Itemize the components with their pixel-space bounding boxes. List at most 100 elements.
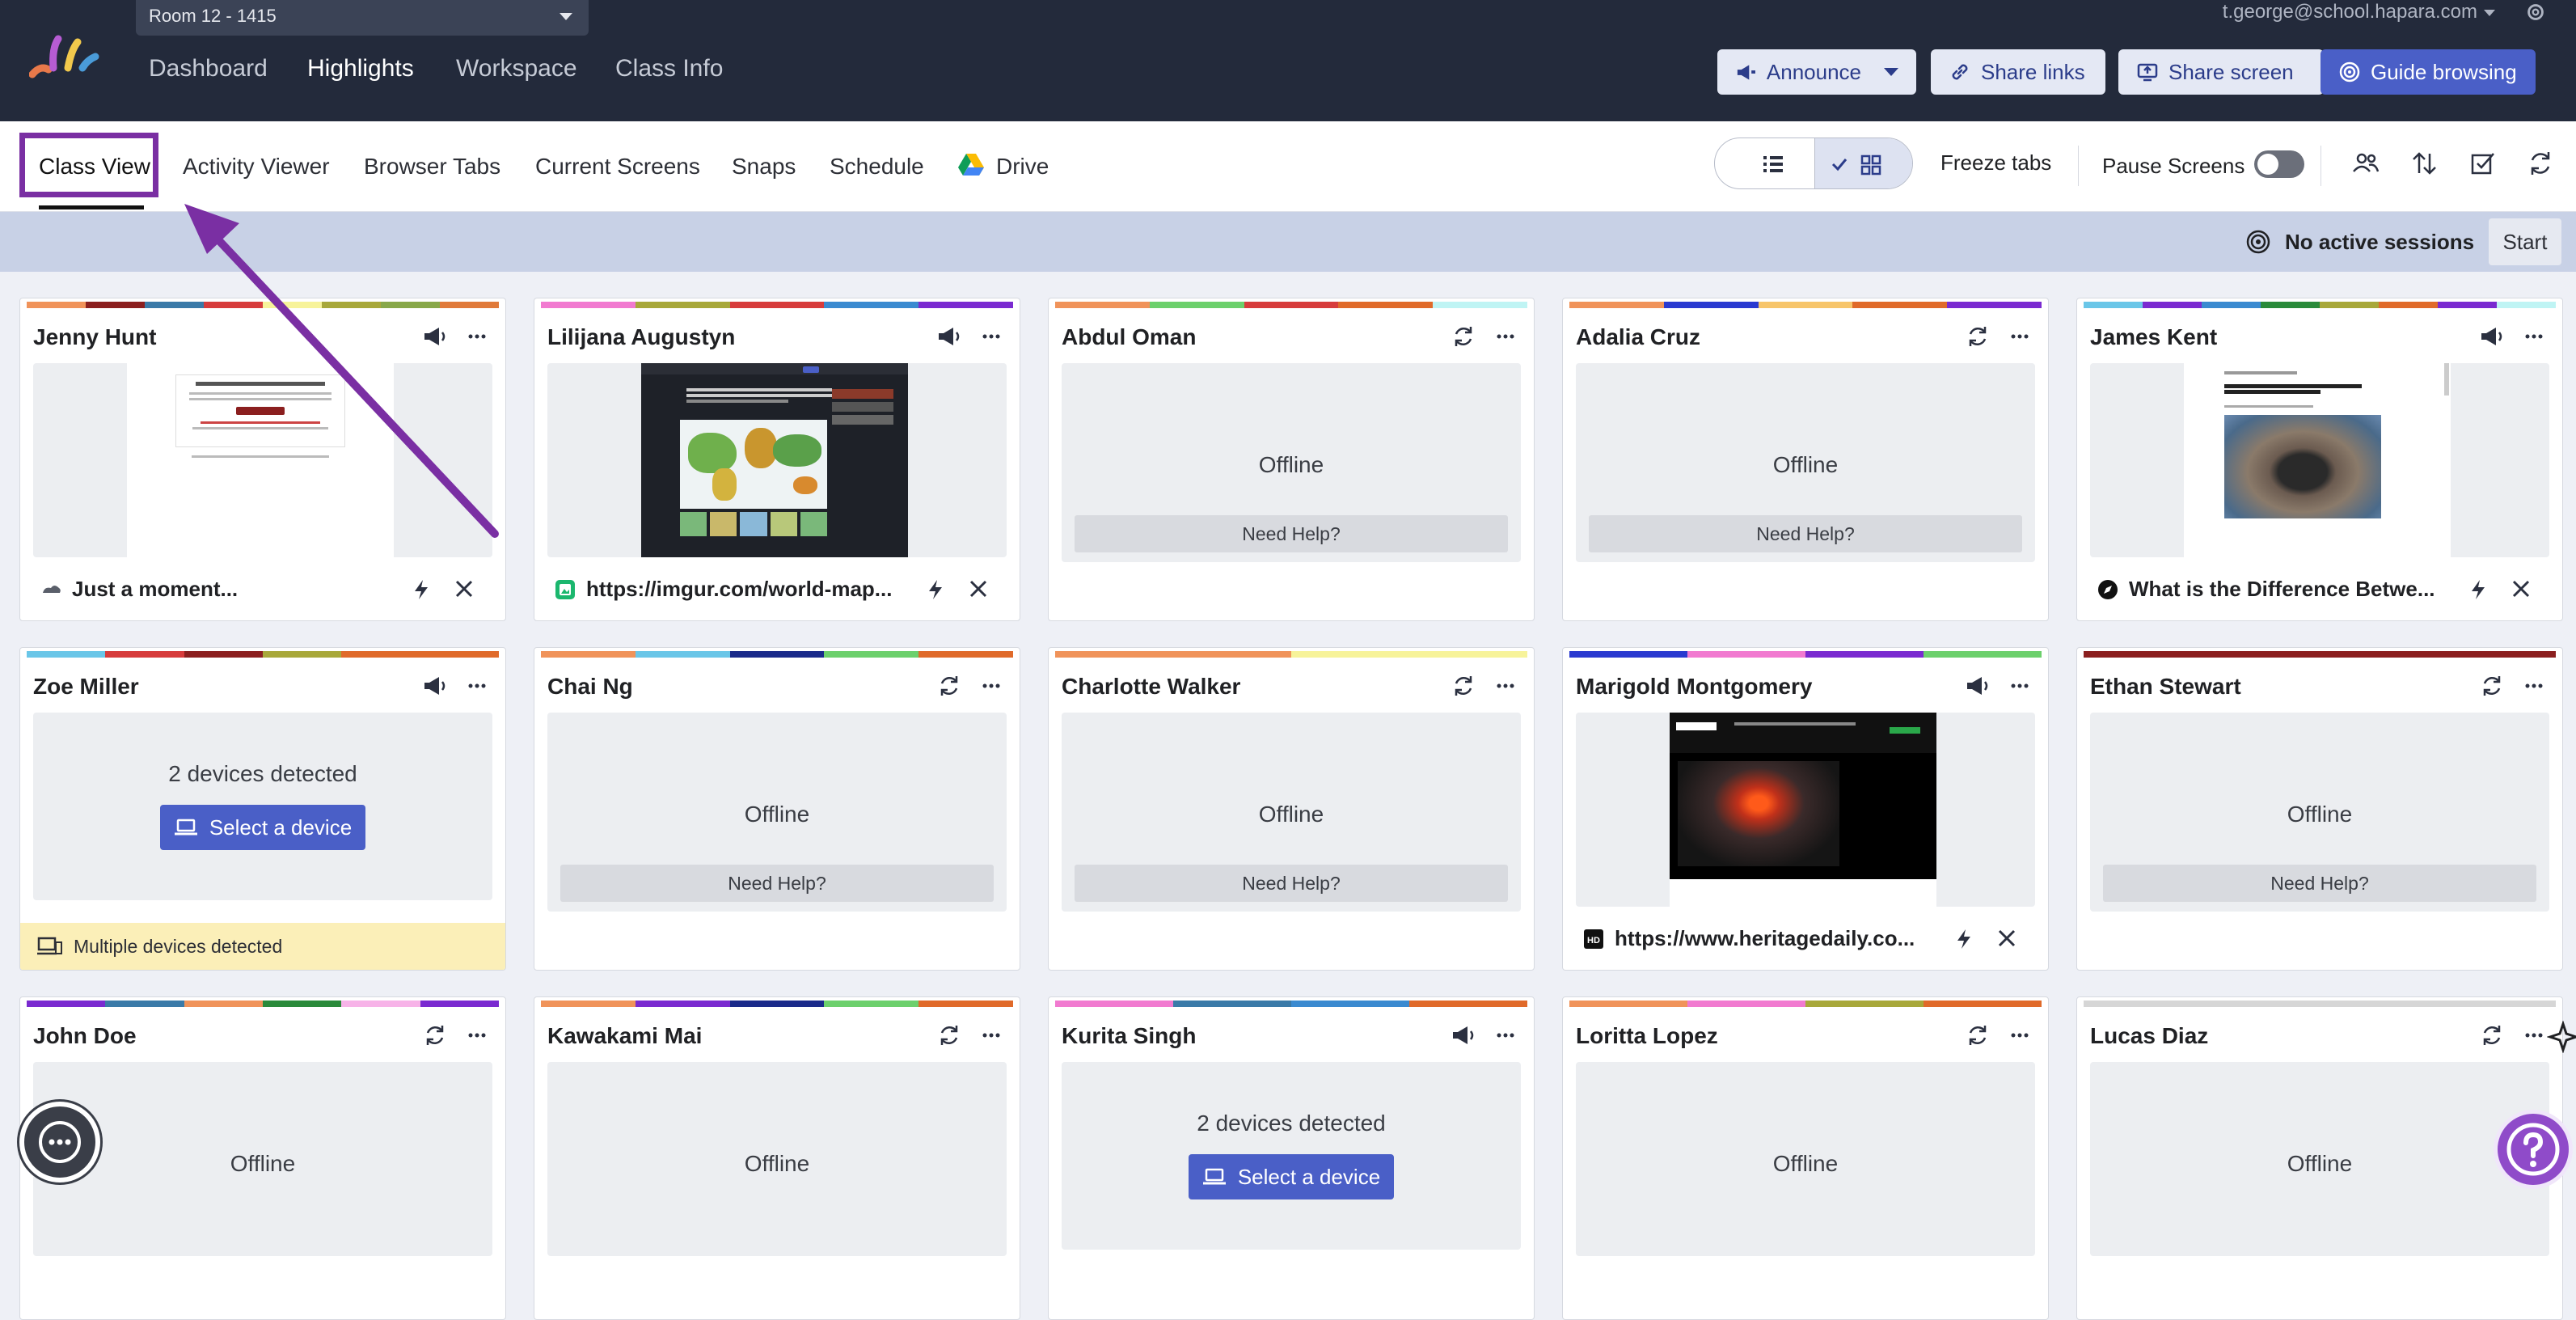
student-name[interactable]: Adalia Cruz — [1576, 324, 1700, 350]
announce-button[interactable]: Announce — [1717, 49, 1916, 95]
student-name[interactable]: John Doe — [33, 1023, 137, 1049]
tab-schedule[interactable]: Schedule — [830, 154, 924, 180]
megaphone-icon[interactable] — [935, 323, 963, 350]
more-options-icon[interactable] — [978, 323, 1005, 350]
megaphone-icon[interactable] — [421, 323, 449, 350]
close-icon[interactable] — [454, 578, 475, 599]
student-name[interactable]: Jenny Hunt — [33, 324, 156, 350]
active-tab[interactable]: Just a moment... — [33, 567, 492, 612]
student-name[interactable]: Kawakami Mai — [547, 1023, 702, 1049]
select-device-button[interactable]: Select a device — [160, 805, 365, 850]
refresh-icon[interactable] — [1964, 1022, 1991, 1049]
refresh-icon[interactable] — [1964, 323, 1991, 350]
student-card[interactable]: Kurita Singh 2 devices detected Select a d… — [1048, 996, 1535, 1320]
active-tab[interactable]: What is the Difference Betwe... — [2090, 567, 2549, 612]
nav-workspace[interactable]: Workspace — [456, 55, 577, 82]
student-card[interactable]: Loritta Lopez Offline — [1562, 996, 2049, 1320]
student-card[interactable]: Zoe Miller 2 devices detected Select a dev… — [19, 647, 506, 971]
sparkle-icon[interactable] — [2547, 1021, 2576, 1053]
tab-activity-viewer[interactable]: Activity Viewer — [183, 154, 330, 180]
more-options-icon[interactable] — [2006, 672, 2033, 700]
grid-view-button[interactable] — [1814, 138, 1912, 188]
student-name[interactable]: Abdul Oman — [1062, 324, 1196, 350]
student-card[interactable]: Abdul Oman Offline Need Help? — [1048, 298, 1535, 621]
screen-preview[interactable] — [33, 363, 492, 557]
active-tab[interactable]: https://imgur.com/world-map... — [547, 567, 1007, 612]
room-selector[interactable]: Room 12 - 1415 — [136, 0, 589, 36]
need-help-button[interactable]: Need Help? — [1589, 515, 2022, 552]
refresh-icon[interactable] — [2478, 1022, 2506, 1049]
student-card[interactable]: Adalia Cruz Offline Need Help? — [1562, 298, 2049, 621]
close-icon[interactable] — [2511, 578, 2532, 599]
refresh-icon[interactable] — [2524, 147, 2557, 180]
student-card[interactable]: Marigold Montgomery HD https://www.heritag… — [1562, 647, 2049, 971]
hapara-logo[interactable] — [29, 32, 102, 81]
screen-preview[interactable] — [547, 363, 1007, 557]
screen-preview[interactable] — [1576, 713, 2035, 907]
megaphone-icon[interactable] — [1964, 672, 1991, 700]
need-help-button[interactable]: Need Help? — [1075, 865, 1508, 902]
megaphone-icon[interactable] — [421, 672, 449, 700]
student-card[interactable]: James Kent What is the Difference Betwe..… — [2076, 298, 2563, 621]
tab-snaps[interactable]: Snaps — [732, 154, 796, 180]
tab-drive[interactable]: Drive — [996, 154, 1049, 180]
share-screen-button[interactable]: Share screen — [2118, 49, 2324, 95]
tab-current-screens[interactable]: Current Screens — [535, 154, 700, 180]
student-name[interactable]: Charlotte Walker — [1062, 674, 1240, 700]
tab-browser-tabs[interactable]: Browser Tabs — [364, 154, 500, 180]
tab-title[interactable]: Just a moment... — [72, 577, 403, 602]
more-options-icon[interactable] — [2006, 1022, 2033, 1049]
student-name[interactable]: Marigold Montgomery — [1576, 674, 1812, 700]
more-options-icon[interactable] — [1492, 323, 1519, 350]
refresh-icon[interactable] — [1450, 323, 1477, 350]
screen-thumbnail[interactable] — [127, 363, 394, 557]
lightning-icon[interactable] — [926, 578, 945, 601]
refresh-icon[interactable] — [935, 672, 963, 700]
student-card[interactable]: Charlotte Walker Offline Need Help? — [1048, 647, 1535, 971]
student-name[interactable]: Kurita Singh — [1062, 1023, 1196, 1049]
select-students-icon[interactable] — [2466, 147, 2498, 180]
screen-thumbnail[interactable] — [1670, 713, 1936, 907]
active-tab[interactable]: HD https://www.heritagedaily.co... — [1576, 916, 2035, 962]
lightning-icon[interactable] — [2468, 578, 2488, 601]
screen-thumbnail[interactable] — [641, 363, 908, 557]
student-card[interactable]: Jenny Hunt Just a moment... — [19, 298, 506, 621]
more-options-icon[interactable] — [2006, 323, 2033, 350]
more-options-icon[interactable] — [978, 672, 1005, 700]
group-icon[interactable] — [2350, 147, 2382, 180]
freeze-tabs-button[interactable]: Freeze tabs — [1940, 150, 2051, 176]
more-options-icon[interactable] — [1492, 1022, 1519, 1049]
more-options-icon[interactable] — [463, 1022, 491, 1049]
close-icon[interactable] — [1996, 928, 2017, 949]
need-help-button[interactable]: Need Help? — [2103, 865, 2536, 902]
list-view-button[interactable] — [1715, 138, 1814, 188]
student-card[interactable]: Kawakami Mai Offline — [534, 996, 1020, 1320]
student-card[interactable]: Lucas Diaz Offline — [2076, 996, 2563, 1320]
tab-title[interactable]: https://imgur.com/world-map... — [586, 577, 918, 602]
student-name[interactable]: Lilijana Augustyn — [547, 324, 735, 350]
select-device-button[interactable]: Select a device — [1189, 1154, 1394, 1199]
student-name[interactable]: Chai Ng — [547, 674, 633, 700]
megaphone-icon[interactable] — [1450, 1022, 1477, 1049]
more-options-icon[interactable] — [463, 672, 491, 700]
megaphone-icon[interactable] — [2478, 323, 2506, 350]
need-help-button[interactable]: Need Help? — [560, 865, 994, 902]
gear-icon[interactable] — [2523, 0, 2549, 24]
refresh-icon[interactable] — [421, 1022, 449, 1049]
student-name[interactable]: James Kent — [2090, 324, 2217, 350]
student-name[interactable]: Ethan Stewart — [2090, 674, 2241, 700]
student-name[interactable]: Lucas Diaz — [2090, 1023, 2208, 1049]
more-options-icon[interactable] — [1492, 672, 1519, 700]
sort-icon[interactable] — [2408, 147, 2440, 180]
screen-preview[interactable] — [2090, 363, 2549, 557]
need-help-button[interactable]: Need Help? — [1075, 515, 1508, 552]
start-session-button[interactable]: Start — [2489, 218, 2561, 265]
share-links-button[interactable]: Share links — [1931, 49, 2105, 95]
refresh-icon[interactable] — [935, 1022, 963, 1049]
more-options-icon[interactable] — [978, 1022, 1005, 1049]
more-options-icon[interactable] — [2520, 323, 2548, 350]
nav-class-info[interactable]: Class Info — [615, 55, 723, 82]
pause-screens-toggle[interactable] — [2254, 150, 2304, 178]
student-card[interactable]: Ethan Stewart Offline Need Help? — [2076, 647, 2563, 971]
more-options-icon[interactable] — [463, 323, 491, 350]
